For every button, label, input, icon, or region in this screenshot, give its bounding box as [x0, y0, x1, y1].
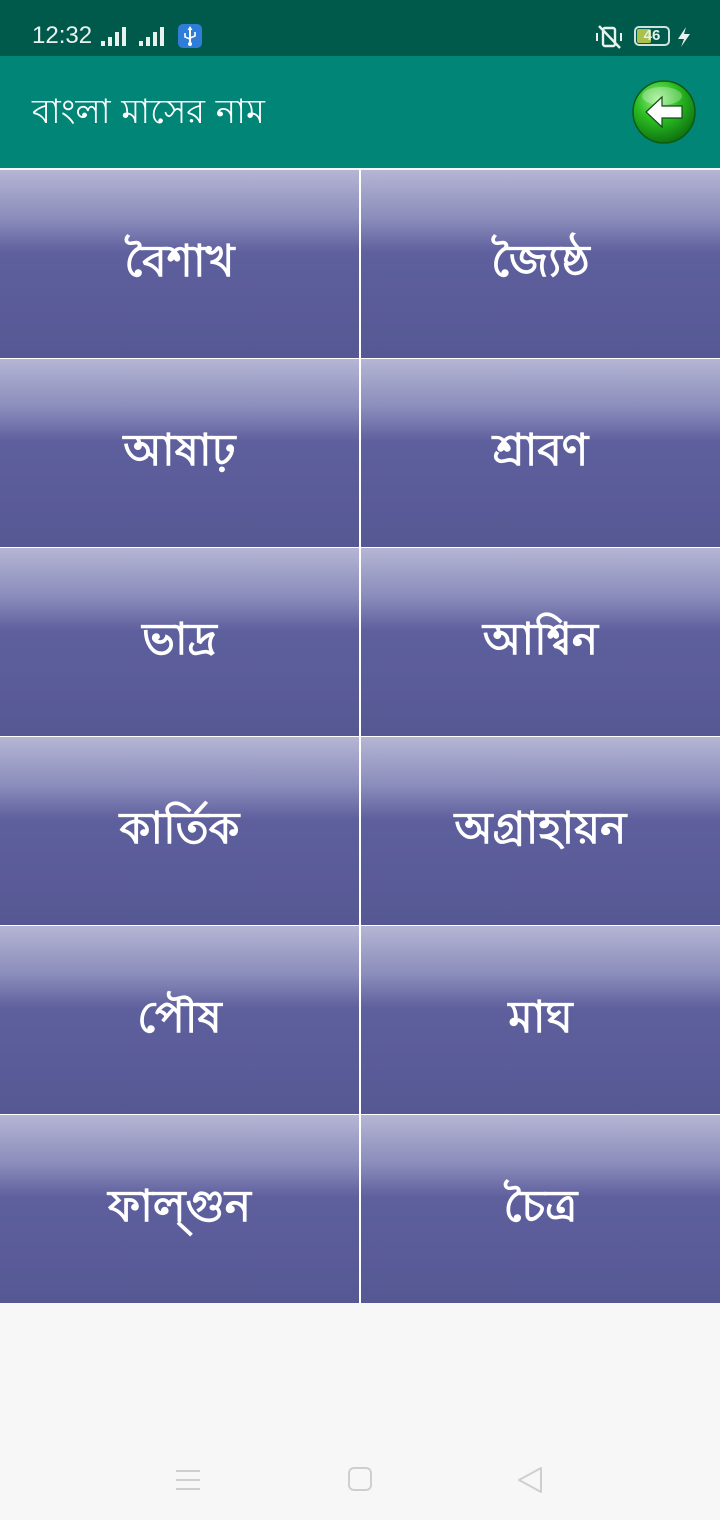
month-tile[interactable]: জ্যৈষ্ঠ: [361, 170, 720, 358]
month-tile[interactable]: আশ্বিন: [361, 548, 720, 736]
menu-icon[interactable]: [168, 1462, 208, 1498]
month-tile[interactable]: মাঘ: [361, 926, 720, 1114]
back-button[interactable]: [632, 80, 696, 144]
month-label: ফাল্গুন: [108, 1180, 251, 1232]
month-tile[interactable]: ফাল্গুন: [0, 1115, 359, 1303]
signal-icon: [101, 27, 126, 46]
battery-level: 46: [643, 27, 661, 44]
status-time: 12:32: [32, 22, 93, 49]
month-label: আষাঢ়: [123, 424, 236, 476]
month-label: বৈশাখ: [124, 235, 235, 287]
month-label: কার্তিক: [119, 802, 240, 854]
back-triangle-icon[interactable]: [510, 1462, 550, 1498]
page-title: বাংলা মাসের নাম: [32, 92, 265, 132]
month-tile[interactable]: কার্তিক: [0, 737, 359, 925]
vibrate-mute-icon: [596, 25, 622, 49]
month-tile[interactable]: আষাঢ়: [0, 359, 359, 547]
nav-bar: [0, 1440, 720, 1520]
month-grid: বৈশাখ জ্যৈষ্ঠ আষাঢ় শ্রাবণ ভাদ্র আশ্বিন কার্তি…: [0, 170, 720, 1303]
status-bar: 12:32 46: [0, 0, 720, 56]
charging-bolt-icon: [678, 27, 690, 47]
month-tile[interactable]: বৈশাখ: [0, 170, 359, 358]
month-label: জ্যৈষ্ঠ: [491, 235, 590, 287]
month-tile[interactable]: পৌষ: [0, 926, 359, 1114]
usb-icon: [178, 24, 202, 48]
month-label: অগ্রাহায়ন: [454, 802, 627, 854]
month-tile[interactable]: শ্রাবণ: [361, 359, 720, 547]
month-tile[interactable]: ভাদ্র: [0, 548, 359, 736]
signal-icon: [139, 27, 164, 46]
home-icon[interactable]: [340, 1462, 380, 1498]
month-label: ভাদ্র: [142, 613, 217, 665]
month-label: মাঘ: [508, 991, 573, 1043]
month-label: শ্রাবণ: [492, 424, 589, 476]
month-label: পৌষ: [137, 991, 222, 1043]
battery-icon: 46: [634, 26, 670, 46]
month-label: চৈত্র: [503, 1180, 578, 1232]
month-tile[interactable]: চৈত্র: [361, 1115, 720, 1303]
month-tile[interactable]: অগ্রাহায়ন: [361, 737, 720, 925]
app-bar: বাংলা মাসের নাম: [0, 56, 720, 168]
month-label: আশ্বিন: [482, 613, 599, 665]
